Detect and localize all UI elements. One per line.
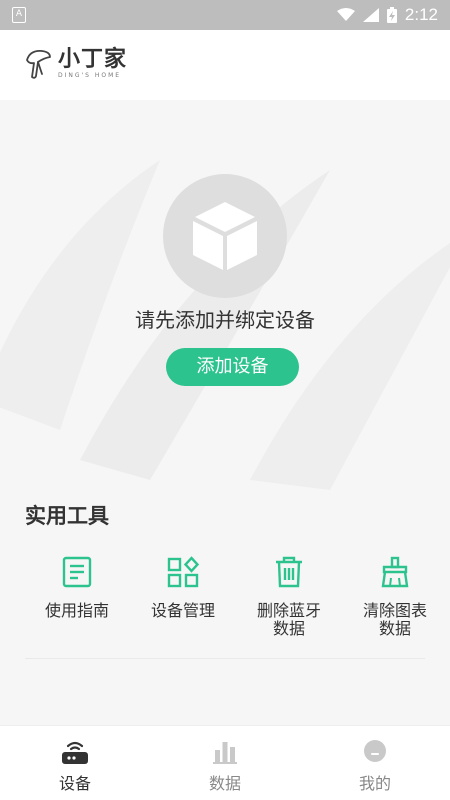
guide-icon <box>62 556 92 588</box>
tool-delete-bluetooth-data[interactable]: 删除蓝牙数据 <box>237 556 341 638</box>
tool-label: 清除图表数据 <box>362 601 427 638</box>
tab-profile[interactable]: 我的 <box>300 726 450 800</box>
empty-state-message: 请先添加并绑定设备 <box>135 308 315 332</box>
grid-apps-icon <box>167 556 199 588</box>
tool-clear-chart-data[interactable]: 清除图表数据 <box>343 556 447 638</box>
tab-devices[interactable]: 设备 <box>0 726 150 800</box>
trash-icon <box>276 556 302 588</box>
tools-grid: 使用指南 设备管理 删除蓝牙数据 清除图表数据 <box>25 556 435 646</box>
background-swoosh-decoration <box>0 160 450 490</box>
battery-charging-icon <box>386 7 397 23</box>
wifi-icon <box>336 8 355 21</box>
tool-usage-guide[interactable]: 使用指南 <box>25 556 129 620</box>
bar-chart-icon <box>213 742 237 764</box>
device-main: 请先添加并绑定设备 添加设备 实用工具 使用指南 设备管理 删除蓝牙数据 清除图… <box>0 100 450 725</box>
status-bar: A 2:12 <box>0 0 450 30</box>
tools-section-title: 实用工具 <box>25 504 109 528</box>
profile-icon <box>364 740 386 762</box>
tab-label: 数据 <box>208 774 241 793</box>
clock: 2:12 <box>404 5 438 24</box>
tool-device-management[interactable]: 设备管理 <box>131 556 235 620</box>
logo-subtitle: DING'S HOME <box>58 72 122 79</box>
bottom-tab-bar: 设备 数据 我的 <box>0 725 450 800</box>
tab-label: 我的 <box>358 774 391 793</box>
signal-icon <box>362 8 379 22</box>
logo-title: 小丁家 <box>58 47 128 72</box>
notification-badge-icon: A <box>12 7 26 23</box>
mushroom-logo-icon <box>26 50 51 79</box>
tab-data[interactable]: 数据 <box>150 726 300 800</box>
tool-label: 删除蓝牙数据 <box>257 601 322 638</box>
tab-label: 设备 <box>58 774 91 793</box>
cube-icon <box>193 202 257 270</box>
app-logo: 小丁家 DING'S HOME <box>24 48 127 80</box>
app-header: 小丁家 DING'S HOME <box>0 30 450 100</box>
broom-icon <box>381 556 409 588</box>
empty-device-placeholder <box>163 174 287 298</box>
tool-label: 设备管理 <box>150 601 215 620</box>
tool-label: 使用指南 <box>44 601 109 620</box>
add-device-button[interactable]: 添加设备 <box>166 348 299 386</box>
router-icon <box>62 741 88 764</box>
status-icons: 2:12 <box>336 0 438 30</box>
divider <box>25 658 425 659</box>
